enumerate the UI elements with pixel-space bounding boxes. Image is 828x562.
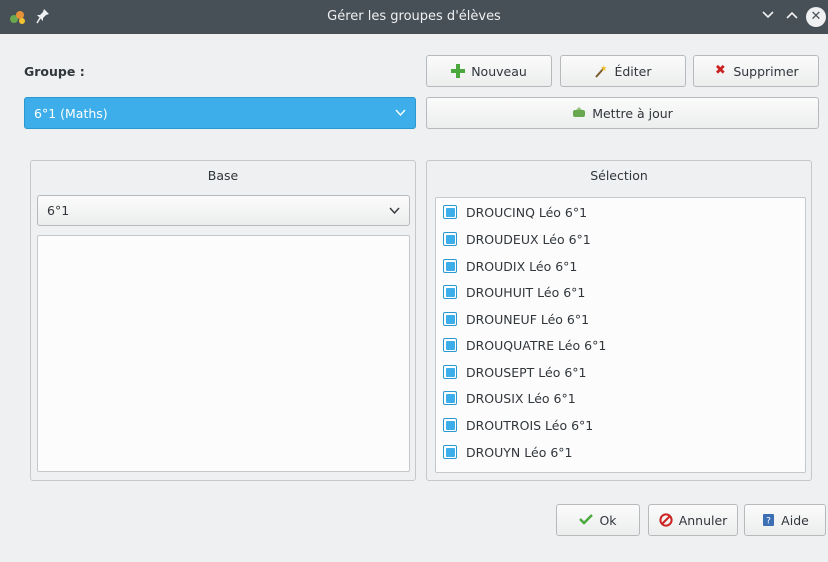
checkbox[interactable] bbox=[443, 285, 457, 299]
checkbox[interactable] bbox=[443, 232, 457, 246]
chevron-down-icon bbox=[395, 106, 406, 120]
cancel-icon bbox=[659, 513, 673, 527]
aide-button[interactable]: ? Aide bbox=[744, 504, 826, 536]
mettre-a-jour-button[interactable]: Mettre à jour bbox=[426, 97, 819, 129]
list-item-label: DROUQUATRE Léo 6°1 bbox=[466, 337, 607, 353]
editer-label: Éditer bbox=[614, 63, 652, 79]
list-item-label: DROUTROIS Léo 6°1 bbox=[466, 417, 594, 433]
groupe-select-value: 6°1 (Maths) bbox=[34, 105, 108, 121]
checkbox[interactable] bbox=[443, 418, 457, 432]
list-item[interactable]: DROUNEUF Léo 6°1 bbox=[436, 306, 805, 332]
chevron-up-icon bbox=[786, 11, 798, 19]
selection-student-list[interactable]: DROUCINQ Léo 6°1 DROUDEUX Léo 6°1 DROUDI… bbox=[435, 197, 806, 473]
maximize-button[interactable] bbox=[782, 6, 802, 26]
nouveau-button[interactable]: Nouveau bbox=[426, 55, 552, 87]
supprimer-label: Supprimer bbox=[733, 63, 799, 79]
checkmark-icon bbox=[579, 513, 594, 527]
nouveau-label: Nouveau bbox=[471, 63, 527, 79]
edit-wand-icon bbox=[594, 64, 608, 78]
title-bar: Gérer les groupes d'élèves ✕ bbox=[0, 0, 828, 34]
list-item[interactable]: DROUSEPT Léo 6°1 bbox=[436, 359, 805, 385]
list-item[interactable]: DROUDIX Léo 6°1 bbox=[436, 253, 805, 279]
selection-title: Sélection bbox=[590, 168, 648, 183]
base-class-select-value: 6°1 bbox=[47, 203, 70, 218]
window-title: Gérer les groupes d'élèves bbox=[327, 9, 501, 24]
annuler-label: Annuler bbox=[678, 512, 728, 528]
checkbox[interactable] bbox=[443, 259, 457, 273]
list-item-label: DROUSIX Léo 6°1 bbox=[466, 390, 576, 406]
bottom-strip bbox=[0, 548, 828, 562]
mettre-a-jour-label: Mettre à jour bbox=[592, 105, 673, 121]
list-item-label: DROUDEUX Léo 6°1 bbox=[466, 231, 591, 247]
checkbox[interactable] bbox=[443, 205, 457, 219]
chevron-down-icon bbox=[389, 204, 400, 218]
annuler-button[interactable]: Annuler bbox=[648, 504, 738, 536]
list-item[interactable]: DROUTROIS Léo 6°1 bbox=[436, 412, 805, 438]
delete-x-icon: ✖ bbox=[714, 63, 726, 78]
editer-button[interactable]: Éditer bbox=[560, 55, 686, 87]
help-book-icon: ? bbox=[761, 513, 775, 527]
list-item-label: DROUSEPT Léo 6°1 bbox=[466, 364, 587, 380]
list-item-label: DROUNEUF Léo 6°1 bbox=[466, 311, 590, 327]
list-item-label: DROUCINQ Léo 6°1 bbox=[466, 204, 588, 220]
list-item-label: DROUDIX Léo 6°1 bbox=[466, 258, 578, 274]
selection-groupbox: Sélection DROUCINQ Léo 6°1 DROUDEUX Léo … bbox=[426, 160, 812, 481]
checkbox[interactable] bbox=[443, 312, 457, 326]
minimize-button[interactable] bbox=[758, 6, 778, 26]
groupe-label: Groupe : bbox=[24, 64, 85, 79]
list-item[interactable]: DROUYN Léo 6°1 bbox=[436, 439, 805, 465]
base-student-list[interactable] bbox=[37, 235, 410, 472]
close-icon: ✕ bbox=[810, 9, 822, 24]
base-class-select[interactable]: 6°1 bbox=[37, 195, 410, 226]
list-item-label: DROUHUIT Léo 6°1 bbox=[466, 284, 586, 300]
list-item[interactable]: DROUDEUX Léo 6°1 bbox=[436, 226, 805, 252]
list-item[interactable]: DROUCINQ Léo 6°1 bbox=[436, 199, 805, 225]
ok-label: Ok bbox=[599, 512, 617, 528]
checkbox[interactable] bbox=[443, 365, 457, 379]
checkbox[interactable] bbox=[443, 445, 457, 459]
supprimer-button[interactable]: ✖ Supprimer bbox=[693, 55, 819, 87]
checkbox[interactable] bbox=[443, 338, 457, 352]
base-groupbox: Base 6°1 bbox=[30, 160, 416, 481]
chevron-down-icon bbox=[762, 11, 774, 19]
list-item[interactable]: DROUHUIT Léo 6°1 bbox=[436, 279, 805, 305]
ok-button[interactable]: Ok bbox=[556, 504, 640, 536]
close-button[interactable]: ✕ bbox=[806, 7, 826, 27]
plus-icon bbox=[451, 64, 466, 78]
groupe-select[interactable]: 6°1 (Maths) bbox=[24, 97, 416, 129]
update-icon bbox=[572, 106, 586, 120]
svg-text:?: ? bbox=[766, 517, 771, 527]
list-item[interactable]: DROUQUATRE Léo 6°1 bbox=[436, 332, 805, 358]
aide-label: Aide bbox=[781, 512, 809, 528]
base-title: Base bbox=[207, 168, 239, 183]
checkbox[interactable] bbox=[443, 391, 457, 405]
list-item[interactable]: DROUSIX Léo 6°1 bbox=[436, 385, 805, 411]
list-item-label: DROUYN Léo 6°1 bbox=[466, 444, 573, 460]
